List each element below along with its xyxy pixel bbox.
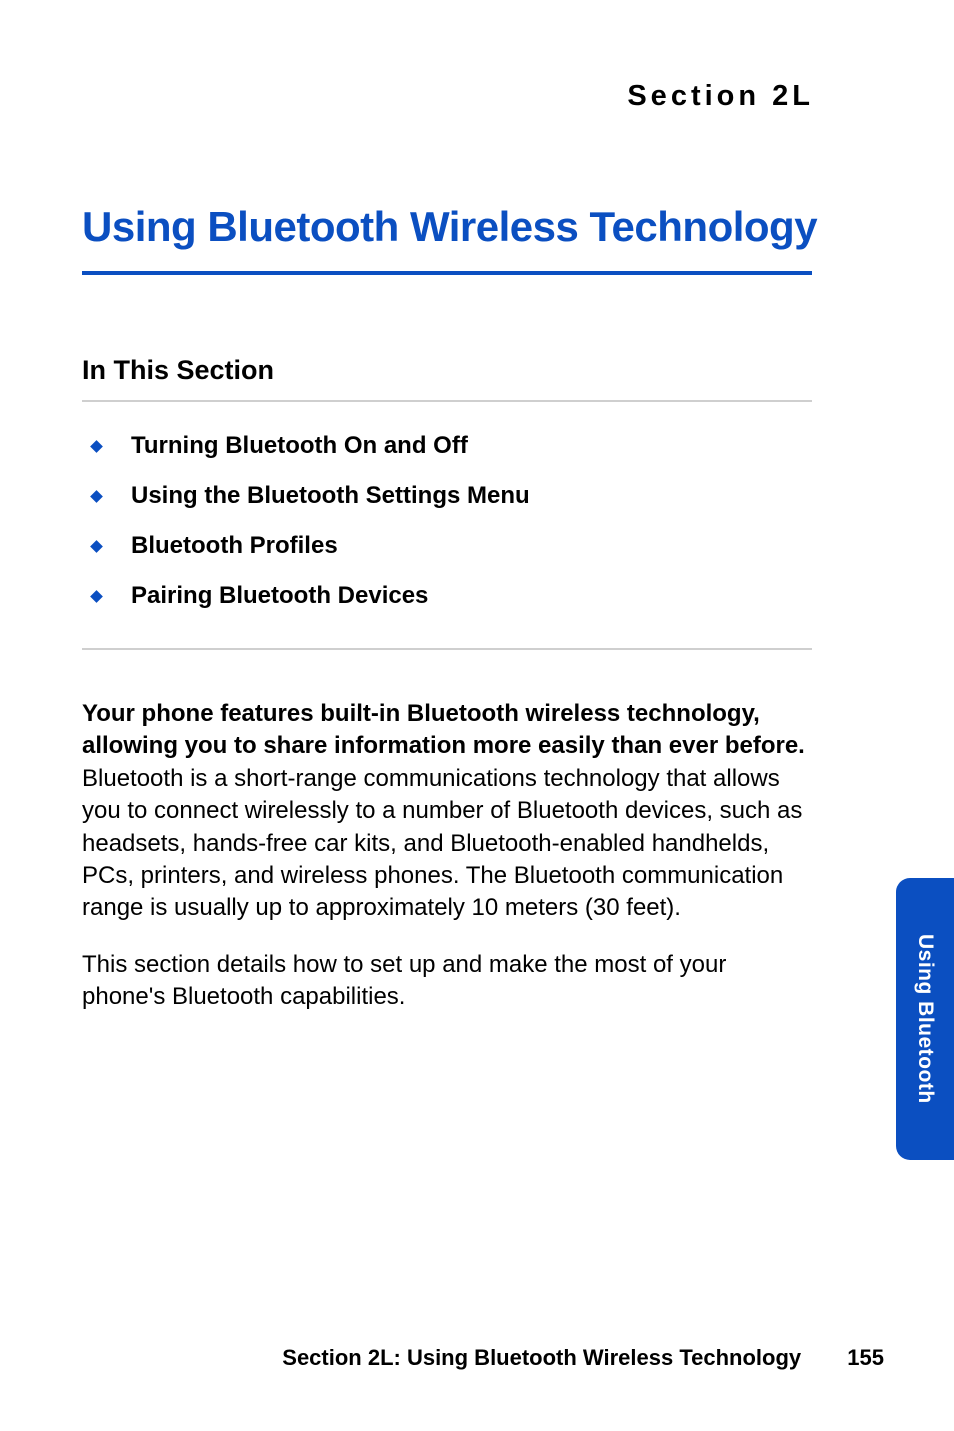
toc-item: Bluetooth Profiles xyxy=(92,532,884,560)
side-tab[interactable]: Using Bluetooth xyxy=(896,878,954,1160)
intro-bold-lead: Your phone features built-in Bluetooth w… xyxy=(82,700,805,759)
page-footer: Section 2L: Using Bluetooth Wireless Tec… xyxy=(144,1345,884,1371)
bullet-diamond-icon xyxy=(90,540,103,553)
toc-list: Turning Bluetooth On and Off Using the B… xyxy=(92,432,884,610)
side-tab-label: Using Bluetooth xyxy=(913,934,937,1104)
bullet-diamond-icon xyxy=(90,490,103,503)
toc-item: Pairing Bluetooth Devices xyxy=(92,582,884,610)
page-container: Section 2L Using Bluetooth Wireless Tech… xyxy=(0,0,954,1431)
toc-link-settings-menu[interactable]: Using the Bluetooth Settings Menu xyxy=(131,482,530,510)
section-label: Section 2L xyxy=(82,80,884,113)
toc-item: Using the Bluetooth Settings Menu xyxy=(92,482,884,510)
footer-section-title: Section 2L: Using Bluetooth Wireless Tec… xyxy=(282,1345,801,1370)
page-number: 155 xyxy=(847,1345,884,1370)
divider-top xyxy=(82,400,812,402)
in-this-section-heading: In This Section xyxy=(82,355,884,386)
intro-rest: Bluetooth is a short-range communication… xyxy=(82,765,802,922)
toc-link-profiles[interactable]: Bluetooth Profiles xyxy=(131,532,338,560)
intro-paragraph-2: This section details how to set up and m… xyxy=(82,949,812,1014)
title-rule xyxy=(82,271,812,275)
divider-bottom xyxy=(82,648,812,650)
page-title: Using Bluetooth Wireless Technology xyxy=(82,203,884,251)
toc-item: Turning Bluetooth On and Off xyxy=(92,432,884,460)
intro-paragraph-1: Your phone features built-in Bluetooth w… xyxy=(82,698,812,925)
toc-link-turning-bluetooth[interactable]: Turning Bluetooth On and Off xyxy=(131,432,468,460)
bullet-diamond-icon xyxy=(90,440,103,453)
toc-link-pairing[interactable]: Pairing Bluetooth Devices xyxy=(131,582,428,610)
bullet-diamond-icon xyxy=(90,590,103,603)
